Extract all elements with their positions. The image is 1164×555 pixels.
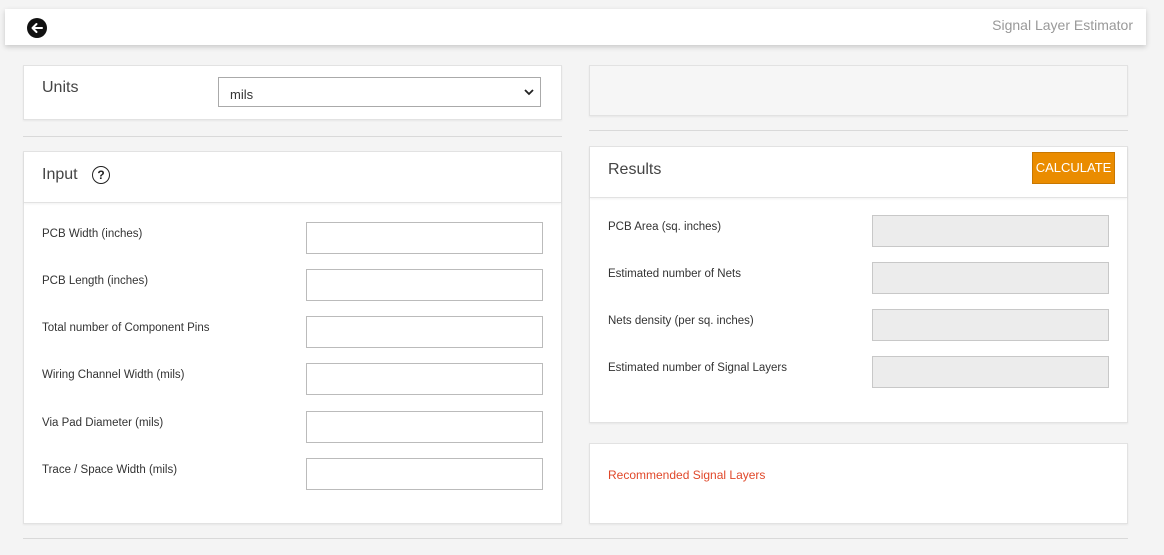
divider bbox=[23, 136, 562, 137]
pcb-area-output bbox=[872, 215, 1109, 247]
signal-layers-output bbox=[872, 356, 1109, 388]
pcb-width-input[interactable] bbox=[306, 222, 543, 254]
units-label: Units bbox=[42, 79, 79, 96]
recommendation-panel: Recommended Signal Layers bbox=[589, 443, 1128, 524]
nets-count-label: Estimated number of Nets bbox=[608, 268, 741, 280]
component-pins-input[interactable] bbox=[306, 316, 543, 348]
pcb-width-label: PCB Width (inches) bbox=[42, 228, 143, 240]
header-bar: Signal Layer Estimator bbox=[5, 9, 1146, 45]
chevron-down-icon bbox=[524, 89, 534, 96]
nets-density-output bbox=[872, 309, 1109, 341]
results-title: Results bbox=[608, 161, 662, 178]
pcb-area-label: PCB Area (sq. inches) bbox=[608, 221, 722, 233]
input-title: Input bbox=[42, 166, 78, 183]
nets-density-label: Nets density (per sq. inches) bbox=[608, 315, 754, 327]
recommended-signal-layers-label: Recommended Signal Layers bbox=[608, 468, 766, 482]
pcb-length-label: PCB Length (inches) bbox=[42, 275, 149, 287]
divider bbox=[23, 538, 1128, 539]
via-pad-diameter-input[interactable] bbox=[306, 411, 543, 443]
trace-space-width-label: Trace / Space Width (mils) bbox=[42, 464, 178, 476]
units-panel: Units mils bbox=[23, 65, 562, 120]
help-icon[interactable]: ? bbox=[92, 166, 110, 184]
info-panel bbox=[589, 65, 1128, 116]
wiring-channel-width-label: Wiring Channel Width (mils) bbox=[42, 369, 185, 381]
component-pins-label: Total number of Component Pins bbox=[42, 322, 210, 334]
pcb-length-input[interactable] bbox=[306, 269, 543, 301]
units-select[interactable]: mils bbox=[218, 77, 541, 107]
nets-count-output bbox=[872, 262, 1109, 294]
divider bbox=[589, 130, 1128, 131]
results-panel-header: Results CALCULATE bbox=[590, 147, 1127, 198]
results-panel: Results CALCULATE PCB Area (sq. inches) … bbox=[589, 146, 1128, 423]
input-panel: Input ? PCB Width (inches) PCB Length (i… bbox=[23, 151, 562, 524]
signal-layers-label: Estimated number of Signal Layers bbox=[608, 362, 787, 374]
app-title: Signal Layer Estimator bbox=[992, 17, 1133, 33]
arrow-left-icon bbox=[31, 23, 43, 33]
units-select-value: mils bbox=[230, 87, 254, 102]
wiring-channel-width-input[interactable] bbox=[306, 363, 543, 395]
input-panel-header: Input ? bbox=[24, 152, 561, 203]
trace-space-width-input[interactable] bbox=[306, 458, 543, 490]
back-button[interactable] bbox=[27, 18, 47, 38]
calculate-button[interactable]: CALCULATE bbox=[1032, 152, 1115, 184]
via-pad-diameter-label: Via Pad Diameter (mils) bbox=[42, 417, 164, 429]
